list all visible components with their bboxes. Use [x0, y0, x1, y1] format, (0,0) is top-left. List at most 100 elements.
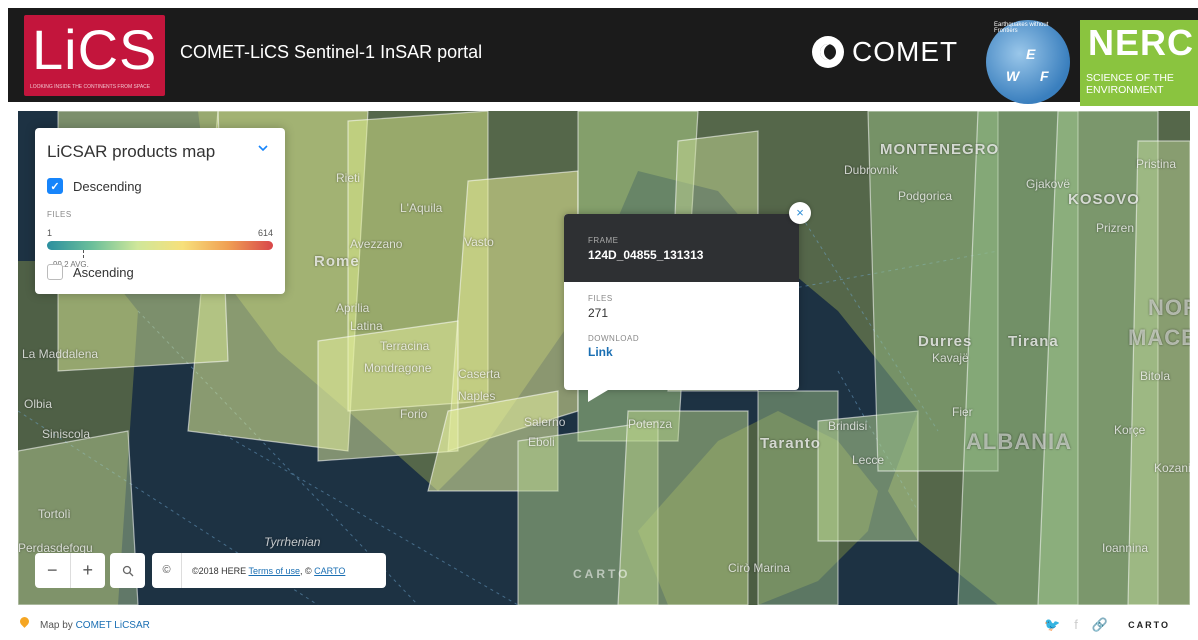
map-label-bitola: Bitola [1140, 369, 1171, 383]
files-label: FILES [588, 294, 613, 303]
ascending-checkbox[interactable] [47, 264, 63, 280]
footer: Map by COMET LiCSAR 🐦 f 🔗 CARTO [0, 612, 1198, 640]
map-label-prizren: Prizren [1096, 221, 1135, 235]
map-label-brindisi: Brindisi [828, 419, 868, 433]
social-links: 🐦 f 🔗 [1044, 617, 1108, 633]
map-label-rome: Rome [314, 253, 360, 270]
map-label-potenza: Potenza [628, 417, 673, 431]
frame-popup: FRAME 124D_04855_131313 FILES 271 DOWNLO… [564, 202, 811, 402]
frame-value: 124D_04855_131313 [588, 248, 704, 262]
map-label-podgorica: Podgorica [898, 189, 953, 203]
ewf-letter-f: F [1040, 68, 1049, 84]
map-label-lecce: Lecce [852, 453, 885, 467]
comet-logo[interactable]: COMET [812, 36, 958, 68]
download-label: DOWNLOAD [588, 334, 640, 343]
zoom-control: − + [35, 553, 105, 588]
terms-link[interactable]: Terms of use [249, 566, 301, 576]
map-label-rieti: Rieti [336, 171, 361, 185]
map-label-vasto: Vasto [464, 235, 494, 249]
portal-title: COMET-LiCS Sentinel-1 InSAR portal [180, 42, 483, 62]
map-label-aprilia: Aprilia [336, 301, 370, 315]
map-label-forio: Forio [400, 407, 428, 421]
files-max: 614 [257, 228, 273, 238]
descending-label: Descending [73, 178, 142, 194]
ascending-label: Ascending [73, 264, 134, 280]
map-label-korce: Korçe [1114, 423, 1146, 437]
map-label-laquila: L'Aquila [400, 201, 443, 215]
link-icon[interactable]: 🔗 [1092, 617, 1108, 633]
nerc-logo[interactable]: NERC SCIENCE OF THE ENVIRONMENT [1080, 20, 1198, 106]
map-label-dubrovnik: Dubrovnik [844, 163, 899, 177]
map-label-salerno: Salerno [524, 415, 566, 429]
map-label-kosovo: KOSOVO [1068, 191, 1140, 208]
ewf-text: Earthquakes without Frontiers [994, 22, 1049, 34]
comet-icon [812, 36, 844, 68]
map-label-pristina: Pristina [1136, 157, 1177, 171]
map-label-montenegro: MONTENEGRO [880, 141, 1000, 158]
ewf-letter-w: W [1006, 68, 1020, 84]
ascending-toggle[interactable]: Ascending [47, 264, 134, 280]
map-label-latina: Latina [350, 319, 383, 333]
ewf-logo[interactable]: Earthquakes without Frontiers E W F [986, 20, 1070, 104]
map-label-kozani: Kozani [1154, 461, 1190, 475]
carto-link[interactable]: CARTO [314, 566, 345, 576]
zoom-out-button[interactable]: − [35, 553, 71, 588]
map-label-taranto: Taranto [760, 435, 821, 452]
attribution: © ©2018 HERE Terms of use, © CARTO [152, 553, 386, 588]
attribution-mid: , © [300, 565, 315, 576]
frame-label: FRAME [588, 236, 619, 245]
map[interactable]: MONTENEGRO KOSOVO ALBANIA NOR MACED Rome… [18, 111, 1190, 605]
map-label-gjakove: Gjakovë [1026, 177, 1071, 191]
zoom-in-button[interactable]: + [71, 553, 106, 588]
map-label-albania: ALBANIA [966, 429, 1072, 454]
attribution-prefix: ©2018 HERE [192, 565, 249, 576]
files-min: 1 [47, 228, 53, 238]
search-button[interactable] [110, 553, 145, 588]
popup-arrow [588, 390, 608, 402]
header: LiCS LOOKING INSIDE THE CONTINENTS FROM … [8, 8, 1198, 106]
map-label-naples: Naples [458, 389, 496, 403]
comet-label: COMET [852, 36, 959, 67]
avg-tick [83, 250, 85, 258]
attribution-text: ©2018 HERE Terms of use, © CARTO [182, 566, 345, 576]
popup-body: FILES 271 DOWNLOAD Link [564, 282, 799, 373]
carto-watermark: CARTO [573, 567, 631, 581]
download-link[interactable]: Link [588, 345, 613, 359]
search-icon [122, 565, 133, 576]
files-legend-label: FILES [47, 210, 72, 219]
map-label-terracina: Terracina [380, 339, 430, 353]
copyright-icon[interactable]: © [152, 553, 182, 588]
facebook-icon[interactable]: f [1074, 617, 1078, 633]
map-pin-icon [18, 615, 31, 628]
popup-header: FRAME 124D_04855_131313 [564, 214, 799, 282]
ewf-letter-e: E [1026, 46, 1036, 62]
map-label-nor: NOR [1148, 295, 1190, 320]
map-label-ciro-marina: Cirò Marina [728, 561, 791, 575]
files-color-ramp [47, 241, 273, 250]
map-label-durres: Durres [918, 333, 973, 350]
map-label-tirana: Tirana [1008, 333, 1059, 350]
legend-title: LiCSAR products map [47, 142, 216, 161]
nerc-subtitle: SCIENCE OF THE ENVIRONMENT [1086, 72, 1174, 96]
lics-logo-tagline: LOOKING INSIDE THE CONTINENTS FROM SPACE [30, 84, 151, 90]
map-label-tortoli: Tortolì [38, 507, 71, 521]
twitter-icon[interactable]: 🐦 [1044, 617, 1060, 633]
map-label-mondragone: Mondragone [364, 361, 432, 375]
map-by-text: Map by [40, 620, 76, 631]
chevron-down-icon[interactable] [257, 142, 269, 154]
map-by-link[interactable]: COMET LiCSAR [76, 620, 150, 631]
map-label-kavaje: Kavajë [932, 351, 969, 365]
descending-checkbox[interactable]: ✓ [47, 178, 63, 194]
map-label-maced: MACED [1128, 325, 1190, 350]
descending-toggle[interactable]: ✓ Descending [47, 178, 142, 194]
legend-panel: LiCSAR products map ✓ Descending FILES 1… [35, 128, 285, 294]
map-label-olbia: Olbia [24, 397, 53, 411]
map-label-siniscola: Siniscola [42, 427, 91, 441]
map-label-caserta: Caserta [458, 367, 501, 381]
carto-footer-logo[interactable]: CARTO [1128, 620, 1170, 630]
close-icon[interactable]: × [789, 202, 811, 224]
nerc-subtitle-line-2: ENVIRONMENT [1086, 84, 1164, 96]
lics-logo[interactable]: LiCS LOOKING INSIDE THE CONTINENTS FROM … [24, 15, 165, 96]
map-label-avezzano: Avezzano [350, 237, 403, 251]
map-label-la-maddalena: La Maddalena [22, 347, 99, 361]
